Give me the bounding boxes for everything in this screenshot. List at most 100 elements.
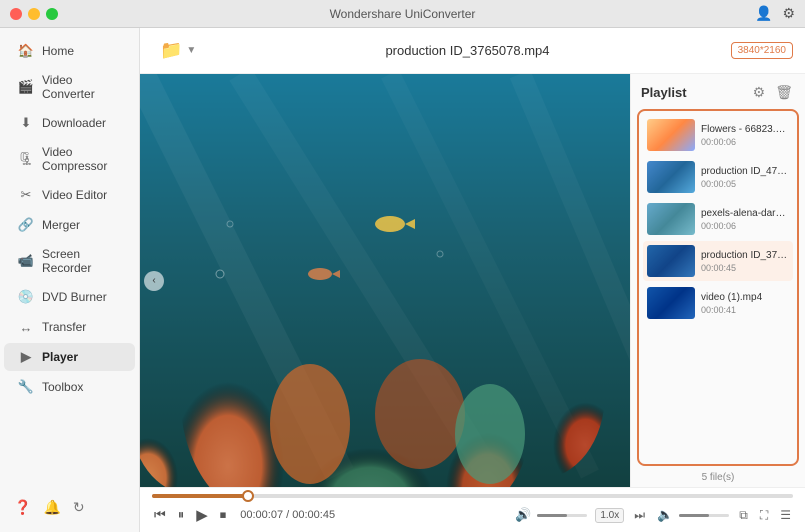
video-area: ‹ Playlist ⚙ 🗑 Flowers - 66823. [140, 74, 805, 487]
video-frame [140, 74, 630, 487]
volume-icon: 🔊 [515, 507, 531, 523]
prev-video-arrow[interactable]: ‹ [144, 271, 164, 291]
playlist-settings-button[interactable]: ⚙ [751, 82, 768, 103]
video-controls: ⏮ ⏸ ▶ ⏹ 00:00:07 / 00:00:45 [140, 487, 805, 532]
prev-button[interactable]: ⏮ [152, 505, 168, 525]
sidebar-label-home: Home [42, 44, 74, 58]
pause-button[interactable]: ⏸ [176, 505, 187, 525]
playlist-item-thumbnail [647, 245, 695, 277]
audio-button[interactable]: 🔈 [655, 505, 675, 525]
playlist-item-duration: 00:00:45 [701, 263, 789, 273]
sidebar-item-dvd-burner[interactable]: 💿 DVD Burner [4, 283, 135, 311]
playlist-delete-button[interactable]: 🗑 [773, 82, 795, 103]
volume-slider[interactable] [537, 514, 587, 517]
sidebar-label-video-converter: Video Converter [42, 73, 121, 101]
menu-button[interactable]: ☰ [778, 506, 793, 524]
play-icon: ▶ [196, 506, 208, 524]
audio-area: 🔈 [655, 505, 729, 525]
next-track-button[interactable]: ⏭ [632, 506, 647, 525]
sidebar-item-video-compressor[interactable]: 🗜 Video Compressor [4, 139, 135, 179]
playlist-panel: Playlist ⚙ 🗑 Flowers - 66823.mp4 00:00:0… [630, 74, 805, 487]
playlist-item-info: production ID_4782485.mp4 00:00:05 [701, 165, 789, 189]
pip-icon: ⧉ [739, 508, 748, 522]
speed-button[interactable]: 1.0x [595, 508, 624, 523]
playlist-item[interactable]: production ID_4782485.mp4 00:00:05 [643, 157, 793, 197]
audio-slider[interactable] [679, 514, 729, 517]
pause-icon: ⏸ [178, 507, 185, 523]
playlist-header: Playlist ⚙ 🗑 [631, 74, 805, 107]
merger-icon: 🔗 [18, 217, 34, 233]
video-editor-icon: ✂ [18, 187, 34, 203]
playlist-item[interactable]: production ID_3765078.mp4 00:00:45 [643, 241, 793, 281]
sidebar-item-downloader[interactable]: ⬇ Downloader [4, 109, 135, 137]
playlist-item-name: video (1).mp4 [701, 291, 789, 304]
add-file-button[interactable]: 📁 ▼ [152, 36, 204, 65]
playlist-item[interactable]: Flowers - 66823.mp4 00:00:06 [643, 115, 793, 155]
playlist-item-duration: 00:00:41 [701, 305, 789, 315]
playlist-item-info: production ID_3765078.mp4 00:00:45 [701, 249, 789, 273]
video-player[interactable]: ‹ [140, 74, 630, 487]
pip-button[interactable]: ⧉ [737, 506, 750, 525]
progress-thumb[interactable] [242, 490, 254, 502]
playlist-item-duration: 00:00:06 [701, 221, 789, 231]
settings-icon[interactable]: ⚙ [782, 5, 795, 22]
playlist-item-thumbnail [647, 287, 695, 319]
app-title: Wondershare UniConverter [330, 7, 476, 21]
coral-svg [140, 74, 630, 487]
play-button[interactable]: ▶ [194, 504, 210, 526]
sidebar-label-screen-recorder: Screen Recorder [42, 247, 121, 275]
minimize-button[interactable] [28, 8, 40, 20]
fullscreen-button[interactable]: ⛶ [758, 506, 770, 525]
playlist-item-thumbnail [647, 161, 695, 193]
volume-area: 🔊 [513, 505, 587, 525]
playlist-item-name: pexels-alena-darmel-...0 (7).mp4 [701, 207, 789, 220]
toolbox-icon: 🔧 [18, 379, 34, 395]
sidebar-item-transfer[interactable]: ↔ Transfer [4, 313, 135, 341]
playlist-items: Flowers - 66823.mp4 00:00:06 production … [637, 109, 799, 466]
playlist-title: Playlist [641, 85, 687, 100]
time-display: 00:00:07 / 00:00:45 [240, 509, 335, 521]
main-content: 📁 ▼ production ID_3765078.mp4 3840*2160 [140, 28, 805, 532]
progress-fill [152, 494, 248, 498]
volume-fill [537, 514, 567, 517]
main-header: 📁 ▼ production ID_3765078.mp4 3840*2160 [140, 28, 805, 74]
volume-button[interactable]: 🔊 [513, 505, 533, 525]
fullscreen-icon: ⛶ [760, 508, 768, 522]
playlist-actions: ⚙ 🗑 [751, 82, 795, 103]
sidebar-item-screen-recorder[interactable]: 📹 Screen Recorder [4, 241, 135, 281]
sidebar-item-player[interactable]: ▶ Player [4, 343, 135, 371]
sidebar-label-transfer: Transfer [42, 320, 86, 334]
playlist-item-info: video (1).mp4 00:00:41 [701, 291, 789, 315]
sidebar-item-video-converter[interactable]: 🎬 Video Converter [4, 67, 135, 107]
add-file-icon: 📁 [160, 40, 182, 61]
close-button[interactable] [10, 8, 22, 20]
titlebar-actions: 👤 ⚙ [755, 5, 795, 22]
user-icon[interactable]: 👤 [755, 5, 772, 22]
playlist-item-duration: 00:00:05 [701, 179, 789, 189]
sidebar-item-home[interactable]: 🏠 Home [4, 37, 135, 65]
playlist-item-name: Flowers - 66823.mp4 [701, 123, 789, 136]
stop-button[interactable]: ⏹ [218, 505, 229, 525]
sidebar-item-video-editor[interactable]: ✂ Video Editor [4, 181, 135, 209]
screen-recorder-icon: 📹 [18, 253, 34, 269]
current-time: 00:00:07 [240, 509, 283, 521]
audio-icon: 🔈 [657, 507, 673, 523]
downloader-icon: ⬇ [18, 115, 34, 131]
maximize-button[interactable] [46, 8, 58, 20]
sidebar-item-toolbox[interactable]: 🔧 Toolbox [4, 373, 135, 401]
refresh-icon[interactable]: ↻ [73, 499, 85, 516]
sidebar-label-toolbox: Toolbox [42, 380, 83, 394]
notification-icon[interactable]: 🔔 [43, 499, 60, 516]
menu-icon: ☰ [780, 508, 791, 522]
progress-bar[interactable] [152, 494, 793, 498]
sidebar-label-player: Player [42, 350, 78, 364]
playlist-item[interactable]: pexels-alena-darmel-...0 (7).mp4 00:00:0… [643, 199, 793, 239]
playlist-item-thumbnail [647, 203, 695, 235]
sidebar-item-merger[interactable]: 🔗 Merger [4, 211, 135, 239]
video-converter-icon: 🎬 [18, 79, 34, 95]
sidebar-label-downloader: Downloader [42, 116, 106, 130]
playlist-item-name: production ID_4782485.mp4 [701, 165, 789, 178]
help-icon[interactable]: ❓ [14, 499, 31, 516]
playlist-count: 5 file(s) [631, 468, 805, 487]
playlist-item[interactable]: video (1).mp4 00:00:41 [643, 283, 793, 323]
